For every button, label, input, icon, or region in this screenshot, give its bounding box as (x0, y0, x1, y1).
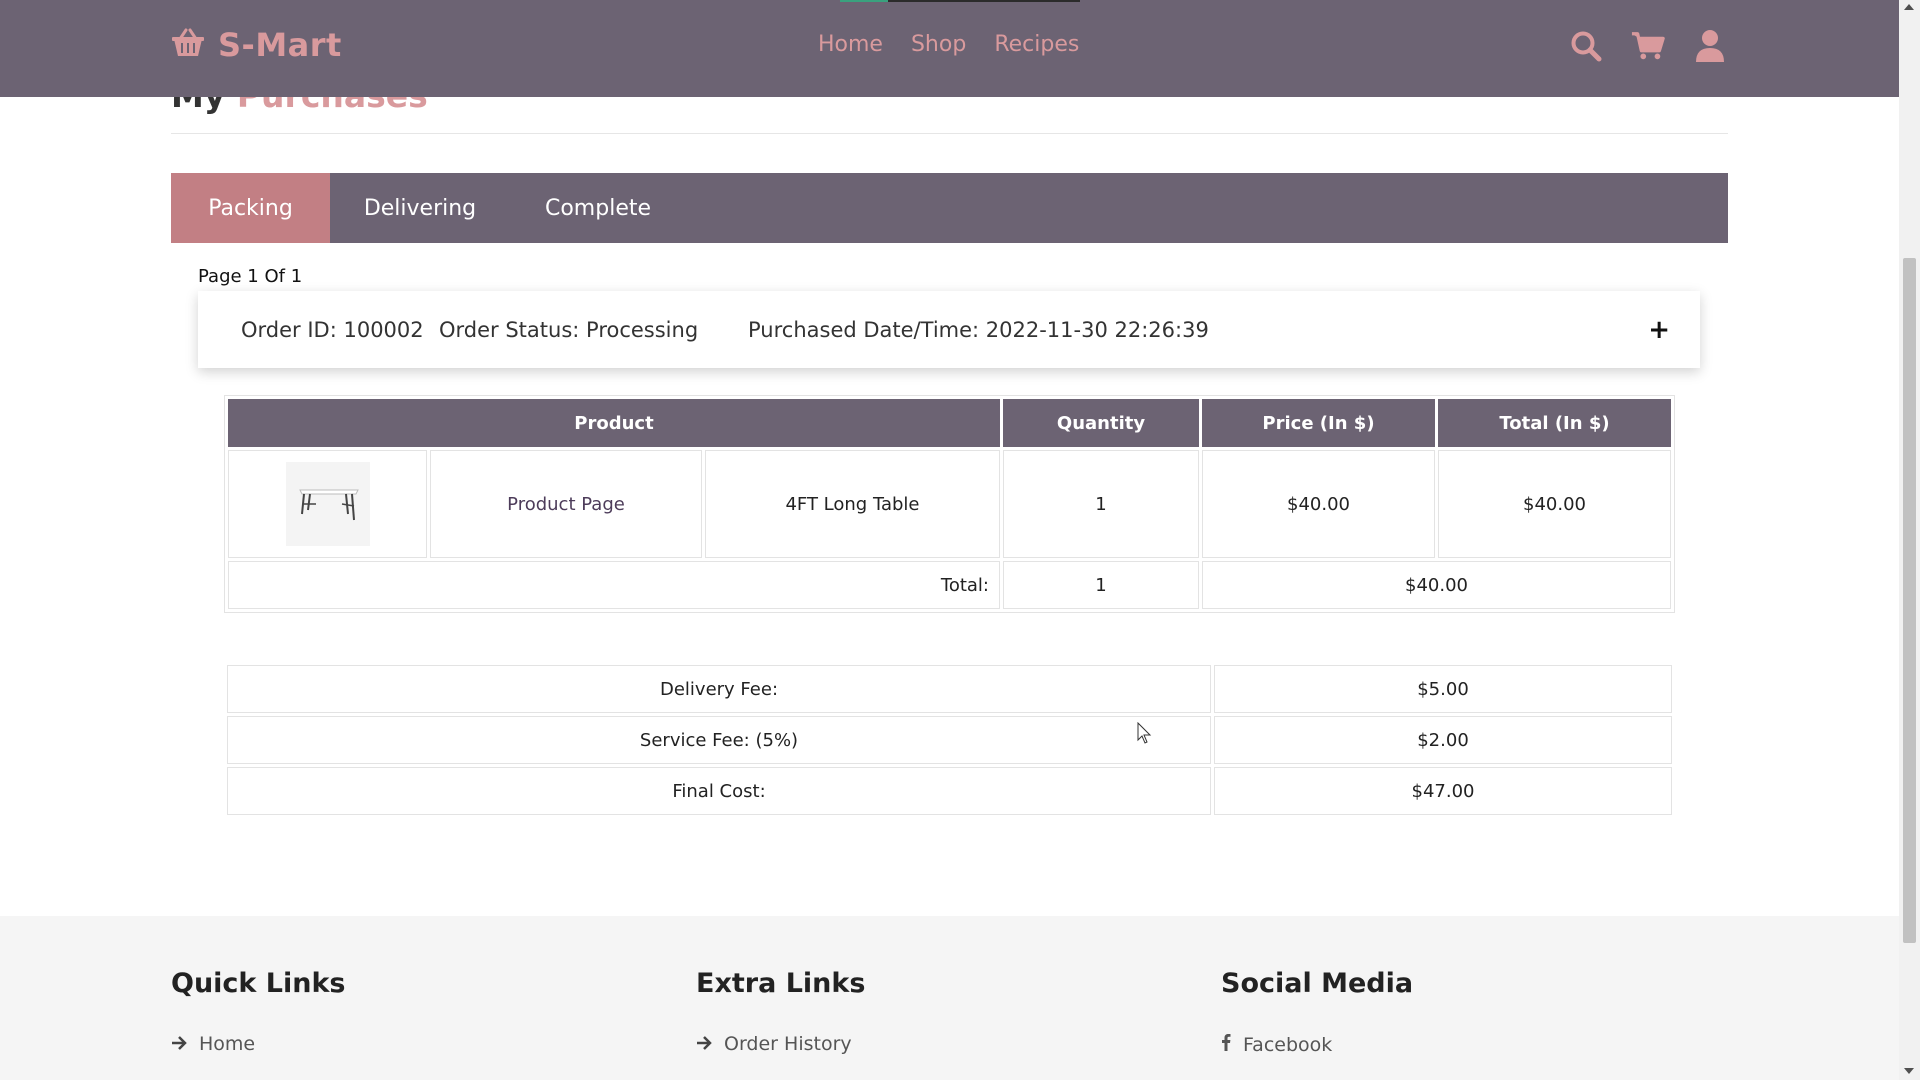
user-icon[interactable] (1693, 28, 1727, 64)
fee-row-service: Service Fee: (5%) $2.00 (227, 716, 1672, 764)
order-id: Order ID: 100002 (241, 317, 424, 342)
nav-shop[interactable]: Shop (911, 32, 966, 57)
total-amount: $40.00 (1202, 561, 1671, 609)
product-thumbnail[interactable] (285, 462, 370, 546)
product-link-cell: Product Page (430, 450, 702, 558)
order-summary-card[interactable]: Order ID: 100002 Order Status: Processin… (198, 291, 1700, 368)
scroll-up-icon[interactable] (1904, 4, 1914, 10)
footer-link-home[interactable]: Home (171, 1033, 346, 1055)
total-quantity: 1 (1003, 561, 1199, 609)
footer-heading-extra-links: Extra Links (696, 968, 866, 999)
brand-logo[interactable]: S-Mart (170, 26, 342, 64)
product-total: $40.00 (1438, 450, 1671, 558)
footer-link-label: Order History (724, 1033, 852, 1055)
product-thumbnail-cell (228, 450, 427, 558)
arrow-right-icon (171, 1033, 187, 1055)
delivery-fee-value: $5.00 (1214, 665, 1672, 713)
tab-packing[interactable]: Packing (171, 173, 330, 243)
cart-icon[interactable] (1631, 28, 1665, 64)
tab-delivering[interactable]: Delivering (330, 173, 510, 243)
page-scrollbar[interactable] (1899, 0, 1920, 1080)
table-row: Product Page 4FT Long Table 1 $40.00 $40… (228, 450, 1671, 558)
order-status-tabs: Packing Delivering Complete (171, 173, 1728, 243)
header-product: Product (228, 399, 1000, 447)
mouse-cursor-icon (1137, 721, 1153, 750)
product-quantity: 1 (1003, 450, 1199, 558)
footer-link-facebook[interactable]: Facebook (1221, 1033, 1413, 1056)
nav-home[interactable]: Home (818, 32, 883, 57)
brand-name: S-Mart (218, 26, 342, 64)
final-cost-value: $47.00 (1214, 767, 1672, 815)
basket-icon (170, 28, 206, 62)
scroll-down-icon[interactable] (1904, 1068, 1914, 1074)
fee-row-delivery: Delivery Fee: $5.00 (227, 665, 1672, 713)
service-fee-label: Service Fee: (5%) (227, 716, 1211, 764)
product-name: 4FT Long Table (705, 450, 1000, 558)
footer-quick-links: Quick Links Home (171, 968, 346, 1055)
facebook-icon (1221, 1033, 1231, 1056)
footer-link-label: Facebook (1243, 1033, 1333, 1056)
service-fee-value: $2.00 (1214, 716, 1672, 764)
product-page-link[interactable]: Product Page (507, 494, 625, 515)
expand-toggle-icon[interactable]: + (1648, 315, 1670, 345)
order-items-table: Product Quantity Price (In $) Total (In … (224, 395, 1675, 613)
footer-heading-quick-links: Quick Links (171, 968, 346, 999)
table-total-row: Total: 1 $40.00 (228, 561, 1671, 609)
page-indicator: Page 1 Of 1 (198, 266, 303, 287)
header-actions (1569, 28, 1727, 64)
footer-link-label: Home (199, 1033, 256, 1055)
header-price: Price (In $) (1202, 399, 1435, 447)
search-icon[interactable] (1569, 28, 1603, 64)
site-header: S-Mart Home Shop Recipes (0, 0, 1899, 97)
site-footer: Quick Links Home Extra Links Order Histo… (0, 916, 1899, 1080)
footer-link-order-history[interactable]: Order History (696, 1033, 865, 1055)
header-quantity: Quantity (1003, 399, 1199, 447)
main-nav: Home Shop Recipes (818, 32, 1079, 57)
title-divider (171, 133, 1728, 134)
order-status: Order Status: Processing (439, 317, 699, 342)
total-label: Total: (228, 561, 1000, 609)
final-cost-label: Final Cost: (227, 767, 1211, 815)
scrollbar-thumb[interactable] (1903, 258, 1916, 943)
arrow-right-icon (696, 1033, 712, 1055)
order-date: Purchased Date/Time: 2022-11-30 22:26:39 (748, 317, 1209, 342)
loading-progress-track (888, 0, 1080, 2)
header-total: Total (In $) (1438, 399, 1671, 447)
fees-table: Delivery Fee: $5.00 Service Fee: (5%) $2… (224, 662, 1675, 818)
nav-recipes[interactable]: Recipes (994, 32, 1079, 57)
footer-heading-social-media: Social Media (1221, 968, 1414, 999)
fee-row-final: Final Cost: $47.00 (227, 767, 1672, 815)
tab-complete[interactable]: Complete (510, 173, 686, 243)
footer-extra-links: Extra Links Order History (696, 968, 865, 1055)
product-price: $40.00 (1202, 450, 1435, 558)
delivery-fee-label: Delivery Fee: (227, 665, 1211, 713)
footer-social-media: Social Media Facebook (1221, 968, 1413, 1056)
loading-progress-fill (840, 0, 888, 2)
